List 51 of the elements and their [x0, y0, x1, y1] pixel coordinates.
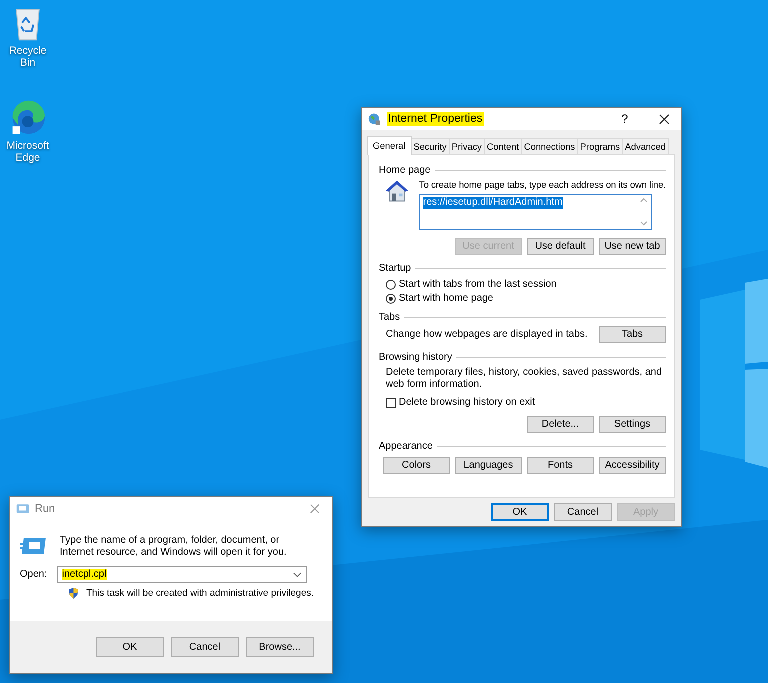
section-heading: Tabs	[379, 312, 400, 322]
window-title: Run	[35, 503, 56, 515]
house-icon	[385, 179, 410, 203]
radio-label: Start with tabs from the last session	[399, 279, 557, 290]
history-description: Delete temporary files, history, cookies, saved passwords, and web form information.	[385, 367, 664, 391]
instruction-text: To create home page tabs, type each address on its own line.	[419, 179, 666, 191]
dialog-button[interactable]: Colors	[383, 457, 450, 474]
dialog-button[interactable]: Use new tab	[599, 238, 666, 255]
dialog-button[interactable]: OK	[96, 637, 164, 657]
radio-button[interactable]	[386, 280, 396, 290]
scroll-arrows-icon	[640, 197, 648, 227]
run-icon	[16, 502, 30, 516]
section-heading: Appearance	[379, 440, 433, 452]
tab[interactable]: General	[367, 136, 412, 155]
tab[interactable]: Programs	[577, 138, 624, 154]
window-title: Internet Properties	[387, 112, 484, 126]
run-description: Type the name of a program, folder, document, or Internet resource, and Windows will open it for you.	[60, 535, 288, 559]
dialog-button[interactable]: Settings	[599, 416, 666, 433]
tab[interactable]: Privacy	[448, 138, 486, 154]
section-heading: Home page	[379, 164, 431, 176]
open-label: Open:	[20, 569, 48, 580]
checkbox[interactable]	[386, 398, 396, 408]
section-heading: Browsing history	[379, 352, 452, 362]
close-icon	[658, 114, 670, 124]
dialog-button[interactable]: Browse...	[246, 637, 314, 657]
dialog-button[interactable]: Accessibility	[599, 457, 666, 474]
section-heading: Startup	[379, 262, 412, 274]
dialog-button[interactable]: Fonts	[527, 457, 594, 474]
tab[interactable]: Security	[410, 138, 450, 154]
tabs-button[interactable]: Tabs	[599, 326, 666, 343]
checkbox-label: Delete browsing history on exit	[399, 397, 536, 408]
desktop-icon-label: Recycle Bin	[8, 45, 48, 69]
dialog-button[interactable]: Delete...	[527, 416, 594, 433]
tabs-description: Change how webpages are displayed in tabs.	[386, 328, 588, 340]
caret-icon	[293, 572, 302, 578]
globe-icon	[368, 112, 382, 126]
home-page-field[interactable]: res://iesetup.dll/HardAdmin.htm	[419, 194, 652, 230]
tab[interactable]: Advanced	[622, 138, 669, 154]
admin-note: This task will be created with administrative privileges.	[86, 588, 314, 599]
dialog-button[interactable]: Languages	[455, 457, 522, 474]
shield-icon	[69, 587, 78, 600]
desktop-icon-label: Microsoft Edge	[6, 140, 50, 164]
dialog-button[interactable]: OK	[491, 503, 549, 521]
radio-button[interactable]	[386, 294, 396, 304]
dialog-button[interactable]: Cancel	[171, 637, 239, 657]
dialog-button[interactable]: Cancel	[554, 503, 612, 521]
dialog-button[interactable]: Use default	[527, 238, 594, 255]
radio-label: Start with home page	[399, 293, 494, 304]
help-button[interactable]: ?	[608, 108, 642, 130]
open-field[interactable]: inetcpl.cpl	[57, 566, 308, 583]
close-icon	[310, 504, 320, 514]
